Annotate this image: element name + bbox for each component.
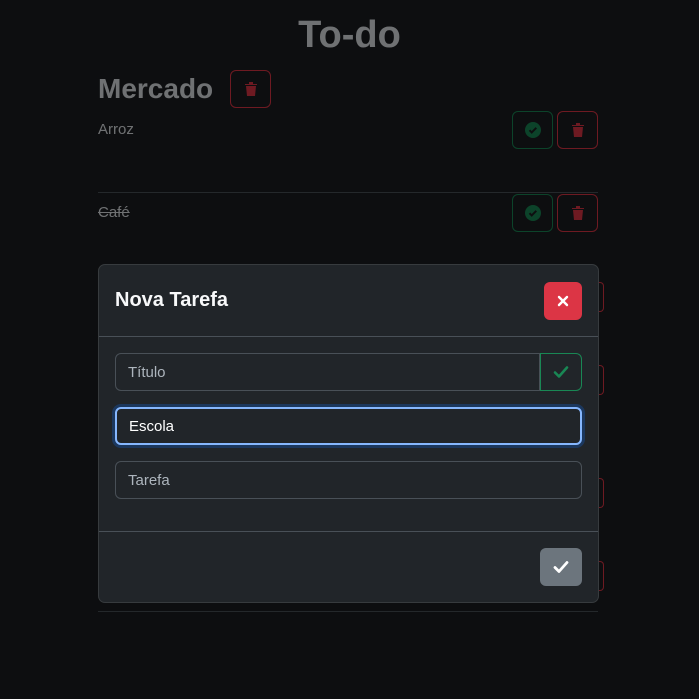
title-input-group: Título	[115, 353, 582, 391]
list-input[interactable]: Escola	[115, 407, 582, 445]
close-button[interactable]	[544, 282, 582, 320]
check-icon	[553, 561, 569, 573]
modal-footer	[99, 532, 598, 602]
title-input[interactable]: Título	[115, 353, 540, 391]
modal-header: Nova Tarefa	[99, 265, 598, 337]
submit-button[interactable]	[540, 548, 582, 586]
check-icon	[553, 366, 569, 378]
list-input-value: Escola	[129, 417, 175, 435]
task-input-placeholder: Tarefa	[128, 471, 170, 489]
modal-body: Título Escola Tarefa	[99, 337, 598, 532]
new-task-modal: Nova Tarefa Título Escola Tarefa	[98, 264, 599, 603]
title-input-placeholder: Título	[128, 363, 166, 381]
confirm-title-button[interactable]	[540, 353, 582, 391]
task-input[interactable]: Tarefa	[115, 461, 582, 499]
close-icon	[557, 295, 569, 307]
modal-title: Nova Tarefa	[115, 289, 229, 311]
